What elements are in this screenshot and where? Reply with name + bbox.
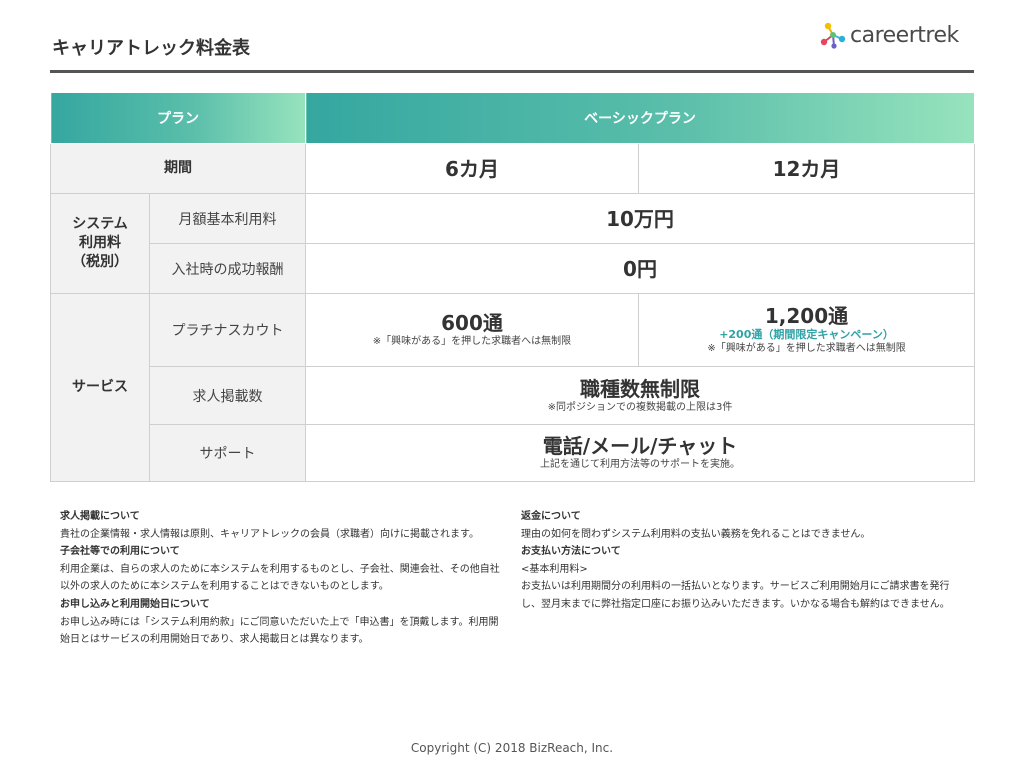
pricing-table: プラン ベーシックプラン 期間 6カ月 12カ月 システム 利用料 （税別） 月…: [50, 92, 976, 482]
note-heading: 子会社等での利用について: [60, 546, 180, 558]
service-category: サービス: [50, 293, 150, 482]
success-fee-label: 入社時の成功報酬: [149, 243, 306, 294]
period-12-value: 12カ月: [772, 156, 841, 181]
posting-note: ※同ポジションでの複数掲載の上限は3件: [547, 401, 733, 413]
table-header-row: プラン ベーシックプラン: [50, 92, 976, 144]
period-6-months: 6カ月: [305, 143, 639, 194]
table-row-period: 期間 6カ月 12カ月: [50, 143, 976, 194]
support-label: サポート: [149, 424, 306, 482]
careertrek-logo: careertrek: [820, 20, 959, 50]
period-6-value: 6カ月: [445, 156, 499, 181]
table-row-job-postings: 求人掲載数 職種数無制限 ※同ポジションでの複数掲載の上限は3件: [51, 366, 976, 425]
note-body: お申し込み時には「システム利用約款」にご同意いただいた上で「申込書」を頂戴します…: [60, 616, 499, 646]
system-fee-category-line-2: 利用料: [79, 235, 121, 251]
monthly-fee-label: 月額基本利用料: [149, 193, 306, 244]
note-heading: 求人掲載について: [60, 511, 140, 522]
header-plan: プラン: [50, 92, 306, 144]
scout-12-note: ※「興味がある」を押した求職者へは無制限: [707, 343, 906, 354]
support-note: 上記を通じて利用方法等のサポートを実施。: [540, 459, 740, 470]
note-body: 貴社の企業情報・求人情報は原則、キャリアトレックの会員（求職者）向けに掲載されま…: [60, 528, 479, 540]
posting-label: 求人掲載数: [149, 366, 306, 425]
molecule-logo-icon: [820, 22, 846, 49]
system-fee-category: システム 利用料 （税別）: [50, 193, 150, 294]
success-fee-value: 0円: [623, 256, 657, 281]
scout-6-value: 600通: [441, 311, 503, 335]
scout-12-cell: 1,200通 +200通（期間限定キャンペーン） ※「興味がある」を押した求職者…: [637, 293, 976, 367]
monthly-fee-cell: 10万円: [304, 193, 976, 244]
header-divider: [50, 70, 974, 73]
copyright-footer: Copyright (C) 2018 BizReach, Inc.: [410, 741, 614, 755]
system-fee-category-line-1: システム: [72, 216, 128, 232]
scout-6-note: ※「興味がある」を押した求職者へは無制限: [372, 336, 572, 347]
note-heading: お申し込みと利用開始日について: [60, 598, 210, 610]
system-fee-category-line-3: （税別）: [72, 254, 128, 270]
header-basic-plan: ベーシックプラン: [304, 92, 976, 144]
note-body: お支払いは利用期間分の利用料の一括払いとなります。サービスご利用開始月にご請求書…: [521, 581, 950, 610]
table-row-monthly-fee: システム 利用料 （税別） 月額基本利用料 10万円: [50, 193, 976, 294]
scout-12-campaign: +200通（期間限定キャンペーン）: [719, 328, 894, 341]
note-subheading: <基本利用料>: [521, 563, 588, 575]
support-cell: 電話/メール/チャット 上記を通じて利用方法等のサポートを実施。: [304, 424, 976, 482]
period-12-months: 12カ月: [637, 143, 976, 194]
notes-left-column: 求人掲載について 貴社の企業情報・求人情報は原則、キャリアトレックの会員（求職者…: [60, 508, 500, 649]
note-heading: 返金について: [521, 511, 581, 522]
note-body: 利用企業は、自らの求人のために本システムを利用するものとし、子会社、関連会社、そ…: [60, 563, 500, 593]
scout-label: プラチナスカウト: [149, 293, 306, 367]
logo-wordmark: careertrek: [850, 22, 959, 48]
period-label: 期間: [50, 143, 306, 194]
monthly-fee-value: 10万円: [606, 206, 674, 231]
success-fee-cell: 0円: [304, 243, 976, 294]
notes-right-column: 返金について 理由の如何を問わずシステム利用料の支払い義務を免れることはできませ…: [521, 508, 961, 614]
support-value: 電話/メール/チャット: [542, 434, 738, 458]
page-title: キャリアトレック料金表: [52, 38, 250, 59]
note-body: 理由の如何を問わずシステム利用料の支払い義務を免れることはできません。: [521, 528, 871, 540]
table-row-success-fee: 入社時の成功報酬 0円: [51, 243, 976, 294]
posting-value: 職種数無制限: [580, 376, 700, 401]
posting-cell: 職種数無制限 ※同ポジションでの複数掲載の上限は3件: [304, 366, 976, 425]
table-row-platinum-scout: サービス プラチナスカウト 600通 ※「興味がある」を押した求職者へは無制限 …: [50, 293, 976, 482]
scout-6-cell: 600通 ※「興味がある」を押した求職者へは無制限: [305, 293, 639, 367]
note-heading: お支払い方法について: [521, 546, 621, 558]
table-row-support: サポート 電話/メール/チャット 上記を通じて利用方法等のサポートを実施。: [51, 424, 976, 482]
scout-12-value: 1,200通: [764, 304, 849, 328]
